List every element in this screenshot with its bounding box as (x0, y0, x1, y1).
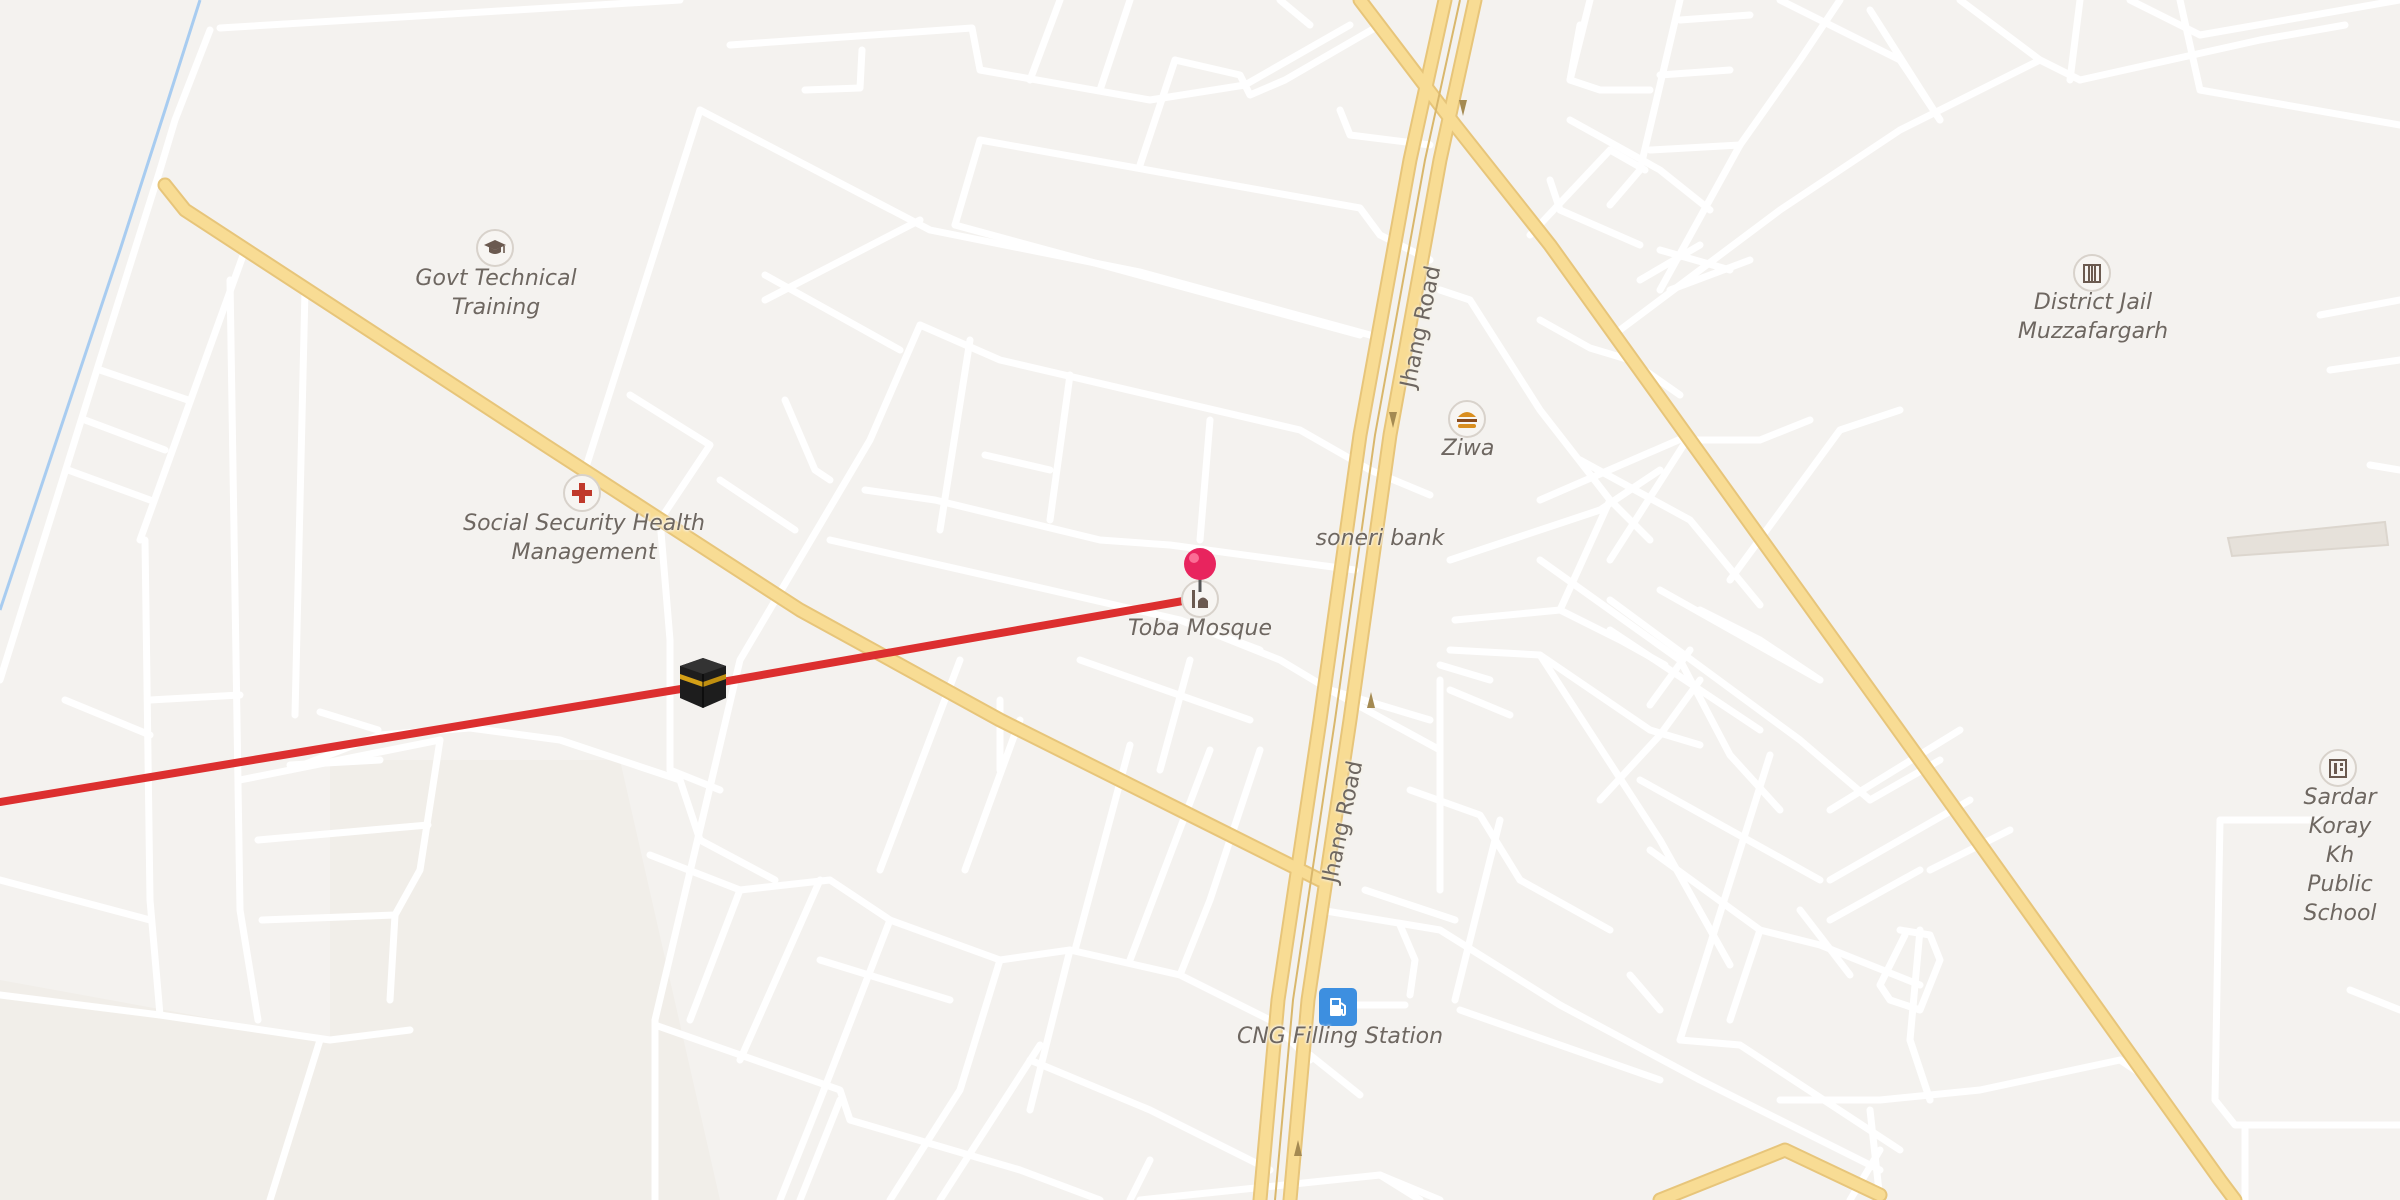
poi-label-govt-technical[interactable]: Govt Technical Training (415, 264, 576, 322)
prison-icon[interactable] (2073, 254, 2111, 292)
map-canvas[interactable]: Jhang Road Jhang Road Govt Technical Tra… (0, 0, 2400, 1200)
kaaba-icon[interactable] (676, 656, 730, 710)
poi-label-cng-station[interactable]: CNG Filling Station (1237, 1022, 1443, 1051)
school-icon[interactable] (2319, 749, 2357, 787)
burger-icon[interactable] (1448, 400, 1486, 438)
map-pin-icon[interactable] (1181, 546, 1219, 598)
poi-label-social-security[interactable]: Social Security Health Management (463, 509, 705, 567)
graduation-cap-icon[interactable] (476, 229, 514, 267)
poi-label-ziwa[interactable]: Ziwa (1442, 434, 1495, 463)
poi-label-soneri-bank[interactable]: soneri bank (1316, 524, 1445, 553)
poi-label-district-jail[interactable]: District Jail Muzzafargarh (2018, 288, 2168, 346)
poi-label-sardar-koray[interactable]: Sardar Koray Kh Public School (2303, 783, 2376, 928)
medical-cross-icon[interactable] (563, 474, 601, 512)
fuel-pump-icon[interactable] (1319, 988, 1357, 1026)
poi-label-toba-mosque[interactable]: Toba Mosque (1128, 614, 1272, 643)
